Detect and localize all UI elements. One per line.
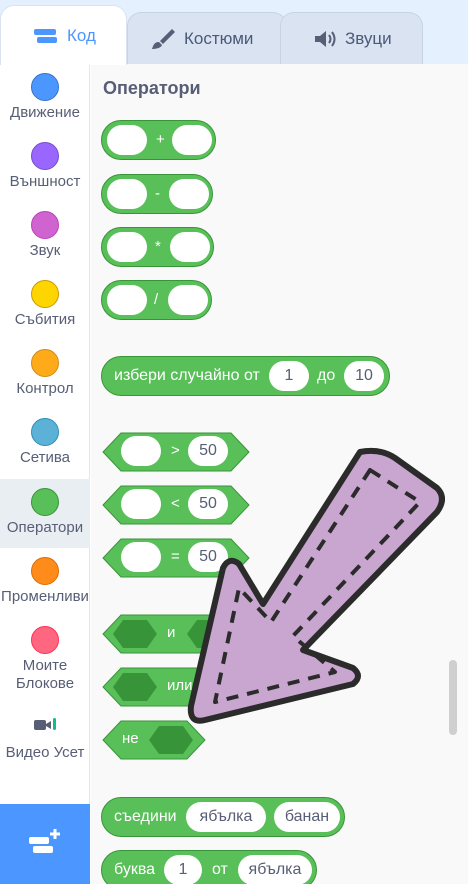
category-label: Звук [29,242,61,259]
category-label: Движение [10,104,80,121]
category-variables[interactable]: Променливи [0,557,90,617]
add-block[interactable]: + [101,120,216,160]
subtract-block[interactable]: - [101,174,213,214]
multiply-operator: * [155,238,161,255]
motion-color-dot [31,73,59,101]
category-sound[interactable]: Звук [0,211,90,271]
code-icon [33,27,59,45]
join-block[interactable]: съедини ябълка банан [101,797,345,837]
category-video-sensing[interactable]: Видео Усет [0,716,90,776]
subtract-right-input[interactable] [169,179,209,209]
category-label: Външност [9,173,81,190]
tab-bar: Код Костюми Звуци [0,0,468,65]
tab-costumes-label: Костюми [184,28,254,48]
letter-word-input[interactable]: ябълка [238,855,312,884]
category-sensing[interactable]: Сетива [0,418,90,478]
category-motion[interactable]: Движение [0,73,90,133]
random-label: избери случайно от [114,367,260,384]
category-looks[interactable]: Външност [0,142,90,202]
letter-of-label: от [212,861,228,878]
variables-color-dot [31,557,59,585]
tab-sounds-label: Звуци [345,28,392,48]
join-first-input[interactable]: ябълка [186,802,266,832]
greater-left-input[interactable] [121,436,161,466]
multiply-right-input[interactable] [170,232,210,262]
category-label: Оператори [6,519,84,536]
subtract-left-input[interactable] [107,179,147,209]
add-left-input[interactable] [107,125,147,155]
my-blocks-color-dot [31,626,59,654]
random-to-label: до [317,367,336,384]
random-from-input[interactable]: 1 [269,361,309,391]
category-control[interactable]: Контрол [0,349,90,409]
divide-block[interactable]: / [101,280,212,320]
speaker-icon [313,29,337,49]
looks-color-dot [31,142,59,170]
category-my-blocks[interactable]: Моите Блокове [0,626,90,706]
category-operators[interactable]: Оператори [0,479,90,548]
letter-of-block[interactable]: буква 1 от ябълка [101,850,317,884]
palette-scrollbar[interactable] [449,660,457,735]
random-block[interactable]: избери случайно от 1 до 10 [101,356,390,396]
letter-index-input[interactable]: 1 [164,855,202,884]
control-color-dot [31,349,59,377]
brush-icon [150,27,176,51]
events-color-dot [31,280,59,308]
sound-color-dot [31,211,59,239]
subtract-operator: - [155,185,160,202]
category-label: Моите Блокове [15,657,75,692]
not-label: не [122,730,139,747]
category-label: Променливи [1,588,89,605]
multiply-block[interactable]: * [101,227,214,267]
random-to-input[interactable]: 10 [344,361,384,391]
less-left-input[interactable] [121,489,161,519]
tab-code-label: Код [67,25,96,45]
palette-title: Оператори [103,78,201,98]
category-events[interactable]: Събития [0,280,90,340]
category-label: Видео Усет [5,744,85,761]
divide-operator: / [154,291,159,308]
category-label: Събития [14,311,76,328]
multiply-left-input[interactable] [107,232,147,262]
operators-color-dot [31,488,59,516]
sensing-color-dot [31,418,59,446]
divide-left-input[interactable] [107,285,147,315]
add-extension-button[interactable] [0,804,90,884]
join-label: съедини [114,808,177,825]
add-operator: + [156,131,165,148]
category-sidebar: Движение Външност Звук Събития Контрол С… [0,64,90,884]
category-label: Сетива [19,449,71,466]
letter-label: буква [114,861,156,878]
equals-left-input[interactable] [121,542,161,572]
pointer-arrow-icon [175,440,445,730]
divide-right-input[interactable] [168,285,208,315]
join-second-input[interactable]: банан [274,802,340,832]
tab-costumes[interactable]: Костюми [127,12,287,64]
tab-sounds[interactable]: Звуци [280,12,423,64]
category-label: Контрол [16,380,74,397]
add-right-input[interactable] [172,125,212,155]
video-camera-icon [0,716,90,738]
add-extension-icon [27,827,63,862]
tab-code[interactable]: Код [0,5,127,65]
